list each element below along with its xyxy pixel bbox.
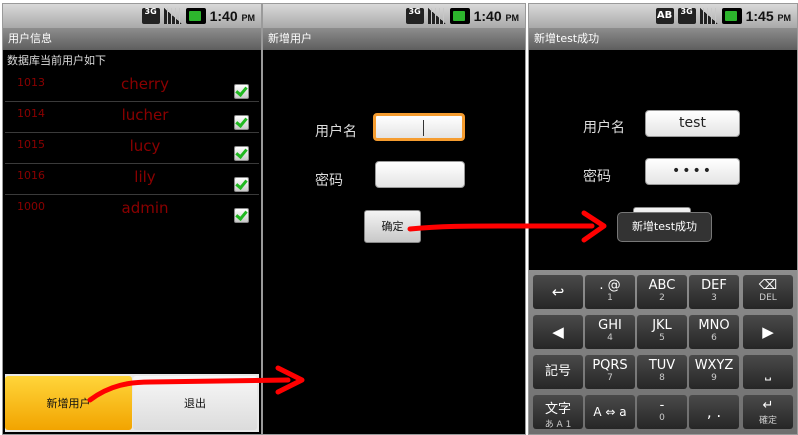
input-mode-icon: AB [655, 8, 674, 24]
user-checkbox[interactable] [234, 115, 249, 130]
username-field[interactable] [373, 113, 465, 141]
key-3[interactable]: DEF 3 [689, 275, 739, 309]
user-row[interactable]: 1014 lucher [5, 101, 259, 133]
user-row[interactable]: 1015 lucy [5, 132, 259, 164]
key-8[interactable]: TUV 8 [637, 355, 687, 389]
username-label: 用户名 [583, 120, 625, 136]
signal-icon [427, 8, 446, 24]
key-enter-left-icon[interactable]: ↩ [533, 275, 583, 309]
key-case-toggle[interactable]: A ⇔ a [585, 395, 635, 429]
status-time: 1:40 PM [473, 8, 519, 24]
battery-icon [185, 8, 206, 24]
key-4[interactable]: GHI 4 [585, 315, 635, 349]
user-name: cherry [121, 75, 169, 93]
key-space-icon[interactable]: ⎵ [743, 355, 793, 389]
add-success-screen: AB 3G 1:45 PM 新增test成功 用户名 test 密码 •••• … [528, 3, 798, 435]
password-label: 密码 [583, 169, 611, 185]
user-id: 1013 [17, 76, 45, 89]
battery-icon [449, 8, 470, 24]
screen-title: 用户信息 [3, 28, 261, 50]
user-row[interactable]: 1013 cherry [5, 70, 259, 102]
signal-icon [163, 8, 182, 24]
username-label: 用户名 [315, 124, 357, 140]
battery-icon [721, 8, 742, 24]
key-punctuation[interactable]: , . [689, 395, 739, 429]
password-label: 密码 [315, 173, 343, 189]
key-input-mode[interactable]: 文字あ A 1 [533, 395, 583, 430]
user-row[interactable]: 1016 lily [5, 163, 259, 195]
key-6[interactable]: MNO 6 [689, 315, 739, 349]
password-field[interactable] [375, 161, 465, 188]
network-3g-icon: 3G [677, 8, 696, 24]
user-id: 1015 [17, 138, 45, 151]
user-name: lily [134, 168, 156, 186]
status-time: 1:45 PM [745, 8, 791, 24]
add-user-screen: 3G 1:40 PM 新增用户 用户名 密码 确定 [262, 3, 526, 435]
key-2[interactable]: ABC 2 [637, 275, 687, 309]
soft-keyboard: ↩ . @1 ABC 2 DEF 3 ⌫ DEL ◀ GHI 4 JKL 5 MNO 6 ▶… [529, 270, 797, 434]
success-toast: 新增test成功 [617, 212, 712, 242]
user-id: 1014 [17, 107, 45, 120]
key-1[interactable]: . @1 [585, 275, 635, 309]
user-row[interactable]: 1000 admin [5, 194, 259, 225]
status-bar: AB 3G 1:45 PM [529, 4, 797, 28]
status-bar: 3G 1:40 PM [263, 4, 525, 28]
key-7[interactable]: PQRS 7 [585, 355, 635, 389]
key-9[interactable]: WXYZ 9 [689, 355, 739, 389]
user-name: admin [121, 199, 169, 217]
key-5[interactable]: JKL 5 [637, 315, 687, 349]
user-checkbox[interactable] [234, 146, 249, 161]
screen-title: 新增test成功 [529, 28, 797, 50]
user-checkbox[interactable] [234, 208, 249, 223]
user-name: lucher [121, 106, 169, 124]
add-user-button[interactable]: 新增用户 [5, 376, 132, 430]
key-delete[interactable]: ⌫ DEL [743, 275, 793, 309]
user-id: 1000 [17, 200, 45, 213]
key-0[interactable]: -0 [637, 395, 687, 429]
status-bar: 3G 1:40 PM [3, 4, 261, 28]
key-confirm[interactable]: ↵ 確定 [743, 395, 793, 429]
text-caret [423, 120, 424, 136]
signal-icon [699, 8, 718, 24]
network-3g-icon: 3G [405, 8, 424, 24]
list-subtitle: 数据库当前用户如下 [7, 54, 106, 67]
screen-title: 新增用户 [263, 28, 525, 50]
confirm-button[interactable]: 确定 [364, 210, 421, 243]
user-id: 1016 [17, 169, 45, 182]
user-checkbox[interactable] [234, 177, 249, 192]
key-right-arrow-icon[interactable]: ▶ [743, 315, 793, 349]
key-symbols[interactable]: 記号 [533, 355, 583, 389]
exit-button[interactable]: 退出 [133, 376, 257, 430]
user-list-screen: 3G 1:40 PM 用户信息 数据库当前用户如下 1013 cherry 10… [2, 3, 262, 435]
status-time: 1:40 PM [209, 8, 255, 24]
key-left-arrow-icon[interactable]: ◀ [533, 315, 583, 349]
password-field[interactable]: •••• [645, 158, 740, 185]
username-field[interactable]: test [645, 110, 740, 137]
user-checkbox[interactable] [234, 84, 249, 99]
user-name: lucy [129, 137, 161, 155]
network-3g-icon: 3G [141, 8, 160, 24]
